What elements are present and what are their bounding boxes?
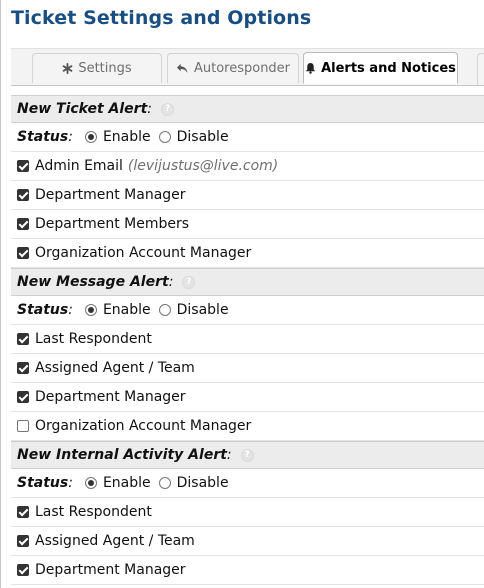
item-label: Admin Email [35, 158, 123, 174]
item-label: Last Respondent [35, 331, 152, 347]
status-row: Status: Enable Disable [11, 123, 484, 152]
list-item: Department Manager [11, 181, 484, 210]
admin-email-address: (levijustus@live.com) [127, 158, 279, 174]
list-item: Organization Account Manager [11, 412, 484, 441]
disable-radio[interactable] [158, 131, 171, 143]
list-item: Department Manager [11, 383, 484, 412]
tab-label: Settings [78, 61, 132, 76]
list-item: Assigned Agent / Team [11, 527, 484, 556]
department-manager-checkbox[interactable] [17, 189, 29, 201]
item-label: Department Manager [35, 389, 186, 405]
item-label: Assigned Agent / Team [35, 360, 195, 376]
status-label: Status: [17, 129, 73, 145]
tab-bar: Settings Autoresponder Alerts and Notice… [11, 48, 484, 86]
last-respondent-checkbox[interactable] [17, 506, 29, 518]
last-respondent-checkbox[interactable] [17, 333, 29, 345]
enable-label: Enable [102, 129, 151, 145]
organization-account-manager-checkbox[interactable] [17, 420, 29, 432]
enable-label: Enable [102, 475, 151, 491]
list-item: Department Manager [11, 556, 484, 585]
enable-label: Enable [102, 302, 151, 318]
bell-icon [305, 62, 316, 74]
enable-radio[interactable] [84, 477, 97, 489]
admin-email-checkbox[interactable] [17, 160, 29, 172]
item-label: Organization Account Manager [35, 245, 252, 261]
alerts-settings-table: New Ticket Alert: ? Status: Enable Disab… [11, 95, 484, 585]
tab-overflow-edge [477, 53, 484, 85]
status-label: Status: [17, 475, 73, 491]
enable-radio[interactable] [84, 304, 97, 316]
assigned-agent-team-checkbox[interactable] [17, 535, 29, 547]
reply-arrow-icon [176, 63, 189, 74]
list-item: Assigned Agent / Team [11, 354, 484, 383]
tab-label: Autoresponder [193, 61, 291, 76]
disable-radio[interactable] [158, 304, 171, 316]
department-members-checkbox[interactable] [17, 218, 29, 230]
status-label: Status: [17, 302, 73, 318]
status-row: Status: Enable Disable [11, 469, 484, 498]
item-label: Department Manager [35, 562, 186, 578]
help-icon[interactable]: ? [182, 275, 196, 289]
disable-label: Disable [176, 302, 229, 318]
help-icon[interactable]: ? [160, 102, 174, 116]
enable-radio[interactable] [84, 131, 97, 143]
tab-autoresponder[interactable]: Autoresponder [167, 53, 299, 83]
department-manager-checkbox[interactable] [17, 564, 29, 576]
list-item: Last Respondent [11, 325, 484, 354]
tab-settings[interactable]: Settings [32, 53, 162, 83]
section-title: New Ticket Alert [17, 101, 148, 117]
disable-radio[interactable] [158, 477, 171, 489]
ticket-settings-page: Ticket Settings and Options Settings Aut… [0, 0, 484, 588]
list-item: Organization Account Manager [11, 239, 484, 268]
item-label: Assigned Agent / Team [35, 533, 195, 549]
section-header-new-ticket-alert: New Ticket Alert: ? [11, 95, 484, 123]
assigned-agent-team-checkbox[interactable] [17, 362, 29, 374]
page-title: Ticket Settings and Options [11, 7, 312, 29]
disable-label: Disable [176, 129, 229, 145]
status-row: Status: Enable Disable [11, 296, 484, 325]
tab-alerts-and-notices[interactable]: Alerts and Notices [303, 52, 458, 84]
item-label: Department Manager [35, 187, 186, 203]
help-icon[interactable]: ? [240, 448, 254, 462]
section-header-new-message-alert: New Message Alert: ? [11, 268, 484, 296]
item-label: Department Members [35, 216, 190, 232]
department-manager-checkbox[interactable] [17, 391, 29, 403]
left-border [0, 0, 1, 588]
organization-account-manager-checkbox[interactable] [17, 247, 29, 259]
disable-label: Disable [176, 475, 229, 491]
tab-label: Alerts and Notices [321, 60, 456, 76]
list-item: Admin Email (levijustus@live.com) [11, 152, 484, 181]
list-item: Last Respondent [11, 498, 484, 527]
list-item: Department Members [11, 210, 484, 239]
item-label: Organization Account Manager [35, 418, 252, 434]
section-title: New Internal Activity Alert [17, 447, 227, 463]
asterisk-icon [62, 63, 73, 74]
section-title: New Message Alert [17, 274, 169, 290]
item-label: Last Respondent [35, 504, 152, 520]
section-header-new-internal-activity-alert: New Internal Activity Alert: ? [11, 441, 484, 469]
